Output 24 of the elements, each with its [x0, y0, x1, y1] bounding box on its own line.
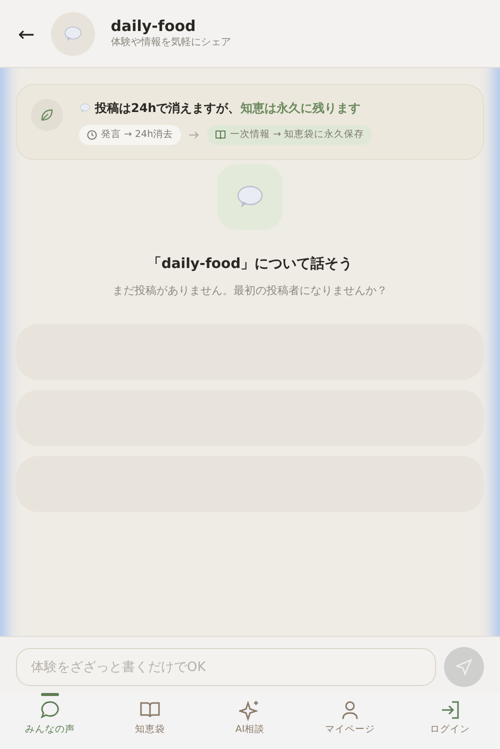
channel-subtitle: 体験や情報を気軽にシェア	[110, 36, 231, 50]
leaf-icon	[39, 107, 55, 123]
nav-tab[interactable]: みんなの声	[0, 693, 100, 749]
post-input[interactable]: 体験をざざっと書くだけでOK	[16, 648, 436, 686]
empty-title: 「daily-food」について話そう	[147, 255, 353, 274]
sparkle-icon	[239, 699, 261, 721]
speech-bubble-icon	[79, 102, 91, 114]
send-icon	[455, 658, 473, 676]
send-button[interactable]	[444, 647, 484, 687]
back-button[interactable]: ←	[18, 18, 35, 48]
speech-bubble-icon	[62, 24, 83, 44]
book-icon	[215, 130, 226, 140]
login-icon	[439, 699, 461, 721]
notice-chip: 発言 → 24h消去	[79, 125, 182, 146]
empty-message: まだ投稿がありません。最初の投稿者になりませんか？	[112, 283, 388, 300]
notice-title: 投稿は24hで消えますが、知恵は永久に残ります	[95, 100, 360, 117]
chat-icon	[39, 699, 61, 721]
notice-chip: 一次情報 → 知恵袋に永久保存	[207, 125, 372, 146]
nav-tab[interactable]: AI相談	[200, 693, 300, 749]
channel-title: daily-food	[110, 17, 197, 35]
clock-icon	[87, 130, 97, 140]
nav-tab[interactable]: 知恵袋	[100, 693, 200, 749]
nav-tab[interactable]: マイページ	[300, 693, 400, 749]
nav-tab[interactable]: ログイン	[400, 693, 500, 749]
